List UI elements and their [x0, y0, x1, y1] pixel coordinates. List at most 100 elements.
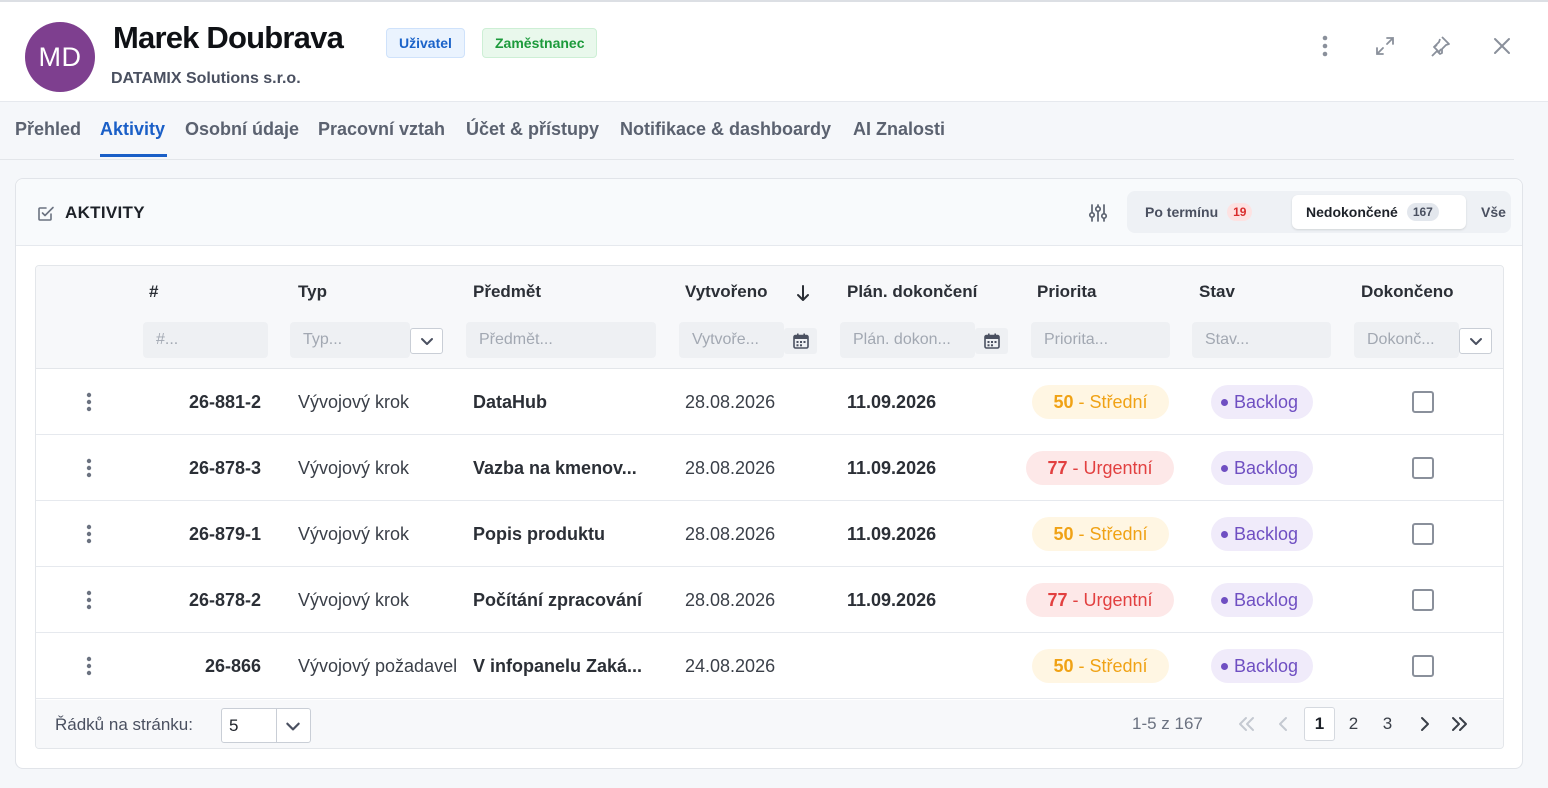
done-checkbox[interactable]	[1412, 655, 1434, 677]
cell-id[interactable]: 26-878-2	[146, 590, 261, 611]
priority-value: 77	[1047, 589, 1068, 610]
page-button-1[interactable]: 1	[1304, 707, 1335, 741]
filter-input-state[interactable]: Stav...	[1192, 322, 1331, 358]
column-header-created[interactable]: Vytvořeno	[685, 282, 768, 302]
cell-id[interactable]: 26-866	[146, 656, 261, 677]
close-icon[interactable]	[1488, 32, 1516, 60]
filter-type-dropdown[interactable]	[410, 328, 443, 354]
cell-id[interactable]: 26-881-2	[146, 392, 261, 413]
column-header-subject[interactable]: Předmět	[473, 282, 541, 302]
page-button-3[interactable]: 3	[1372, 707, 1403, 741]
chevron-down-icon	[1469, 338, 1482, 345]
table-row[interactable]: 26-881-2 Vývojový krok DataHub 28.08.2026 11…	[36, 369, 1503, 435]
tab-employment[interactable]: Pracovní vztah	[318, 119, 445, 140]
priority-badge: 50 - Střední	[1032, 517, 1169, 551]
column-header-planned[interactable]: Plán. dokončení	[847, 282, 977, 302]
cell-subject[interactable]: Počítání zpracování	[473, 590, 658, 611]
state-label: Backlog	[1234, 391, 1299, 412]
column-header-type[interactable]: Typ	[298, 282, 327, 302]
filter-input-planned[interactable]: Plán. dokon...	[840, 322, 975, 358]
done-checkbox[interactable]	[1412, 523, 1434, 545]
pin-icon[interactable]	[1426, 32, 1454, 60]
cell-created: 28.08.2026	[685, 392, 776, 412]
priority-label: - Urgentní	[1067, 457, 1153, 478]
calendar-icon[interactable]	[975, 328, 1008, 354]
priority-value: 50	[1053, 391, 1074, 412]
row-menu-icon[interactable]	[81, 655, 97, 677]
cell-id[interactable]: 26-879-1	[146, 524, 261, 545]
state-label: Backlog	[1234, 655, 1299, 676]
cell-created: 28.08.2026	[685, 524, 776, 544]
segment-overdue[interactable]: Po termínu 19	[1133, 195, 1273, 229]
cell-created: 28.08.2026	[685, 458, 776, 478]
previous-page-icon[interactable]	[1272, 713, 1294, 735]
filter-input-created[interactable]: Vytvoře...	[679, 322, 784, 358]
cell-subject[interactable]: V infopanelu Zaká...	[473, 656, 658, 677]
state-badge: Backlog	[1211, 451, 1313, 485]
calendar-icon[interactable]	[784, 328, 817, 354]
segment-unfinished-count: 167	[1406, 203, 1439, 221]
priority-badge: 77 - Urgentní	[1026, 583, 1174, 617]
column-header-state[interactable]: Stav	[1199, 282, 1235, 302]
row-menu-icon[interactable]	[81, 523, 97, 545]
tab-account-access[interactable]: Účet & přístupy	[466, 119, 599, 140]
last-page-icon[interactable]	[1448, 713, 1470, 735]
filter-input-type[interactable]: Typ...	[290, 322, 410, 358]
status-dot-icon	[1221, 398, 1228, 406]
status-dot-icon	[1221, 596, 1228, 604]
chevron-down-icon	[420, 338, 433, 345]
segment-overdue-count: 19	[1227, 203, 1253, 221]
filter-done-dropdown[interactable]	[1459, 328, 1492, 354]
status-dot-icon	[1221, 662, 1228, 670]
next-page-icon[interactable]	[1414, 713, 1436, 735]
column-header-done[interactable]: Dokončeno	[1361, 282, 1454, 302]
more-vertical-icon[interactable]	[1311, 32, 1339, 60]
activity-filter-segment: Po termínu 19 Nedokončené 167 Vše	[1127, 191, 1511, 233]
cell-type: Vývojový krok	[298, 458, 410, 478]
state-label: Backlog	[1234, 523, 1299, 544]
tab-notifications-dashboards[interactable]: Notifikace & dashboardy	[620, 119, 831, 140]
first-page-icon[interactable]	[1236, 713, 1258, 735]
table-row[interactable]: 26-866 Vývojový požadavel V infopanelu Zak…	[36, 633, 1503, 699]
cell-planned: 11.09.2026	[847, 524, 937, 544]
tab-personal-data[interactable]: Osobní údaje	[185, 119, 299, 140]
cell-subject[interactable]: Vazba na kmenov...	[473, 458, 658, 479]
done-checkbox[interactable]	[1412, 391, 1434, 413]
segment-unfinished[interactable]: Nedokončené 167	[1292, 195, 1466, 229]
cell-subject[interactable]: Popis produktu	[473, 524, 658, 545]
priority-value: 50	[1053, 655, 1074, 676]
page-button-2[interactable]: 2	[1338, 707, 1369, 741]
tab-activities[interactable]: Aktivity	[100, 119, 165, 140]
row-menu-icon[interactable]	[81, 589, 97, 611]
expand-icon[interactable]	[1371, 32, 1399, 60]
cell-id[interactable]: 26-878-3	[146, 458, 261, 479]
column-header-priority[interactable]: Priorita	[1037, 282, 1097, 302]
filter-input-subject[interactable]: Předmět...	[466, 322, 656, 358]
chevron-down-icon[interactable]	[284, 717, 302, 735]
row-menu-icon[interactable]	[81, 457, 97, 479]
role-badge-user: Uživatel	[386, 28, 465, 58]
status-dot-icon	[1221, 530, 1228, 538]
filter-input-done[interactable]: Dokonč...	[1354, 322, 1459, 358]
column-header-id[interactable]: #	[149, 282, 158, 302]
rows-per-page-select[interactable]: 5	[221, 708, 311, 743]
cell-subject[interactable]: DataHub	[473, 392, 658, 413]
filter-input-id[interactable]: #...	[143, 322, 268, 358]
filter-input-priority[interactable]: Priorita...	[1031, 322, 1170, 358]
done-checkbox[interactable]	[1412, 589, 1434, 611]
cell-type: Vývojový krok	[298, 392, 410, 412]
checkbox-edit-icon	[36, 203, 56, 223]
cell-created: 28.08.2026	[685, 590, 776, 610]
state-badge: Backlog	[1211, 517, 1313, 551]
tab-ai-knowledge[interactable]: AI Znalosti	[853, 119, 945, 140]
row-menu-icon[interactable]	[81, 391, 97, 413]
segment-all[interactable]: Vše	[1467, 195, 1507, 229]
cell-planned: 11.09.2026	[847, 392, 937, 412]
table-row[interactable]: 26-878-3 Vývojový krok Vazba na kmenov... 2…	[36, 435, 1503, 501]
filter-settings-icon[interactable]	[1087, 202, 1109, 224]
table-row[interactable]: 26-879-1 Vývojový krok Popis produktu 28.08…	[36, 501, 1503, 567]
table-row[interactable]: 26-878-2 Vývojový krok Počítání zpracování…	[36, 567, 1503, 633]
done-checkbox[interactable]	[1412, 457, 1434, 479]
sort-desc-arrow-icon[interactable]	[796, 284, 810, 302]
tab-overview[interactable]: Přehled	[15, 119, 81, 140]
